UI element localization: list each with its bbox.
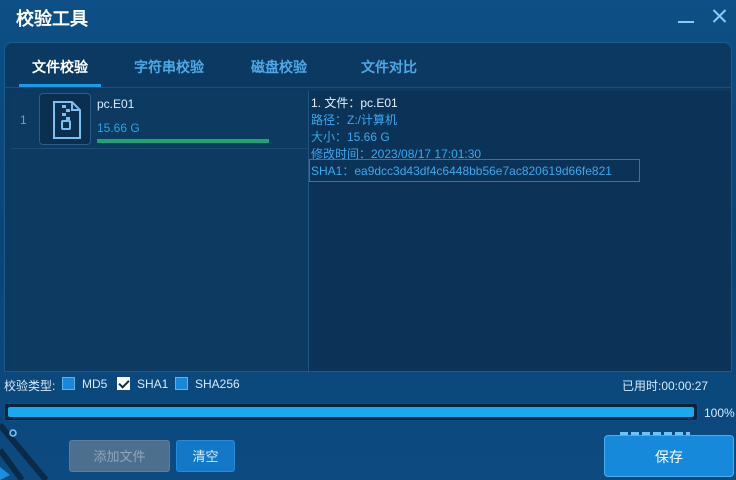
overall-progress-bar (4, 403, 698, 421)
checksum-type-label: 校验类型: (4, 379, 56, 393)
checksum-tool-window: 校验工具 文件校验 字符串校验 磁盘校验 文件对比 1 pc.E01 15.66… (0, 0, 736, 480)
elapsed-time: 已用时:00:00:27 (622, 379, 709, 393)
minimize-icon[interactable] (676, 6, 696, 26)
md5-label: MD5 (82, 377, 108, 391)
save-button[interactable]: 保存 (604, 435, 734, 477)
sha1-checkbox[interactable] (117, 377, 130, 390)
detail-file: 1. 文件：pc.E01 (311, 96, 398, 110)
detail-sha1: SHA1：ea9dcc3d43df4c6448bb56e7ac820619d66… (311, 164, 612, 178)
overall-progress-fill (8, 407, 694, 417)
file-progress-bar (97, 139, 269, 143)
file-list: 1 pc.E01 15.66 G (11, 91, 307, 371)
result-details: 1. 文件：pc.E01 路径：Z:/计算机 大小：15.66 G 修改时间：2… (309, 91, 731, 371)
clear-button[interactable]: 清空 (176, 440, 235, 472)
md5-checkbox[interactable] (62, 377, 75, 390)
list-item[interactable]: 1 pc.E01 15.66 G (11, 91, 307, 149)
tab-disk-verify[interactable]: 磁盘校验 (251, 57, 307, 77)
file-progress-fill (97, 139, 269, 143)
row-index: 1 (20, 113, 27, 127)
sha1-label: SHA1 (137, 377, 169, 391)
tab-file-verify[interactable]: 文件校验 (32, 57, 88, 77)
close-icon[interactable] (710, 6, 730, 26)
tab-bar: 文件校验 字符串校验 磁盘校验 文件对比 (5, 43, 731, 89)
title-bar: 校验工具 (0, 0, 736, 36)
tab-file-compare[interactable]: 文件对比 (361, 57, 417, 77)
add-file-button[interactable]: 添加文件 (69, 440, 170, 472)
detail-size: 大小：15.66 G (311, 130, 390, 144)
sha256-label: SHA256 (195, 377, 240, 391)
file-name: pc.E01 (97, 97, 135, 111)
sha256-checkbox[interactable] (175, 377, 188, 390)
main-panel: 文件校验 字符串校验 磁盘校验 文件对比 1 pc.E01 15.66 G 1.… (4, 42, 732, 373)
progress-percent: 100% (704, 406, 735, 420)
tab-divider (5, 87, 731, 88)
zip-file-icon (39, 93, 91, 145)
tab-string-verify[interactable]: 字符串校验 (134, 57, 204, 77)
file-size: 15.66 G (97, 121, 140, 135)
detail-path: 路径：Z:/计算机 (311, 113, 397, 127)
window-title: 校验工具 (16, 9, 88, 30)
